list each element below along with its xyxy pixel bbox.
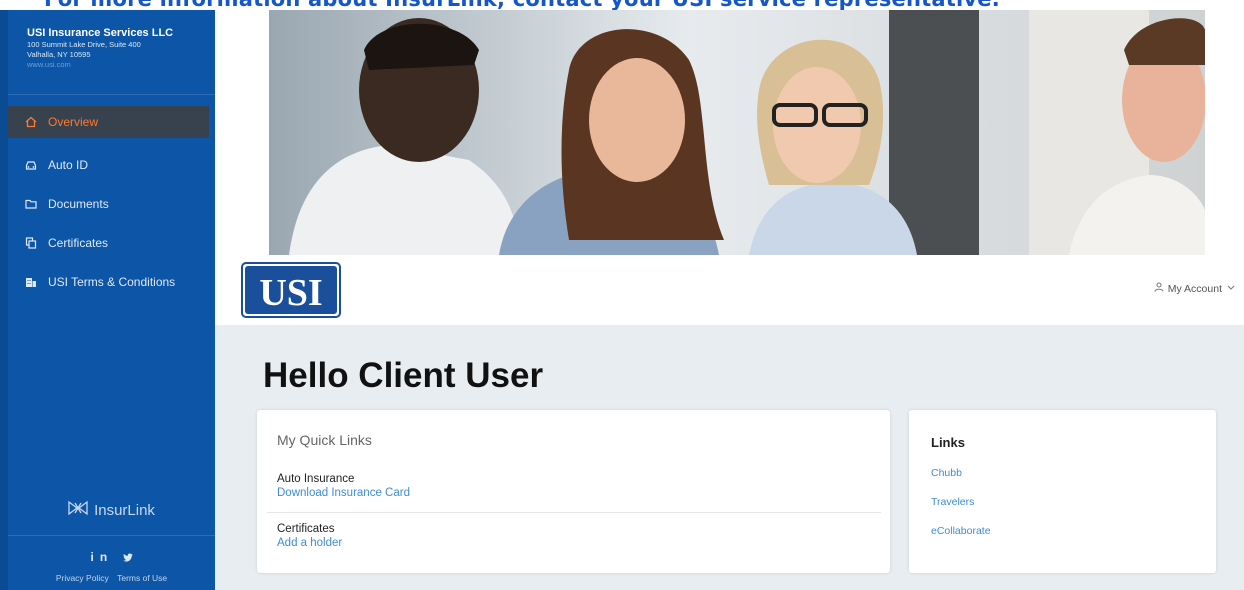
quick-link-label: Certificates (277, 523, 335, 535)
my-account-menu[interactable]: My Account (1154, 282, 1236, 295)
home-icon (24, 115, 38, 129)
hero-image (269, 10, 1205, 255)
car-icon (24, 158, 38, 172)
info-banner: For more information about InsurLink, co… (44, 0, 1000, 11)
link-ecollaborate[interactable]: eCollaborate (931, 525, 991, 537)
app-root: For more information about InsurLink, co… (0, 0, 1244, 590)
company-name: USI Insurance Services LLC (27, 27, 174, 39)
privacy-policy-link[interactable]: Privacy Policy (56, 573, 109, 583)
sidebar-item-label: Certificates (48, 235, 109, 250)
company-address-line1: 100 Summit Lake Drive, Suite 400 (27, 40, 141, 49)
sidebar-item-label: USI Terms & Conditions (48, 274, 176, 289)
sidebar-item-documents[interactable]: Documents (8, 184, 215, 223)
main-content: Hello Client User My Quick Links Auto In… (215, 325, 1244, 590)
sidebar-item-terms[interactable]: USI Terms & Conditions (8, 262, 215, 301)
twitter-icon[interactable] (113, 550, 133, 564)
chevron-down-icon (1226, 282, 1236, 295)
header: USI My Account (215, 255, 1244, 325)
my-account-label: My Account (1167, 282, 1222, 295)
terms-of-use-link[interactable]: Terms of Use (117, 573, 167, 583)
sidebar-item-label: Documents (48, 196, 109, 211)
sidebar-item-auto-id[interactable]: Auto ID (8, 145, 215, 184)
insurlink-brand-text: InsurLink (94, 501, 155, 519)
certificate-icon (24, 236, 38, 250)
social-links: in (8, 550, 215, 564)
company-address-line2: Valhalla, NY 10595 (27, 50, 91, 59)
sidebar-item-overview[interactable]: Overview (8, 106, 209, 138)
quick-links-title: My Quick Links (277, 432, 372, 448)
quick-link-certificates: Certificates Add a holder (277, 522, 877, 551)
insurlink-logo-icon (68, 500, 88, 520)
link-chubb[interactable]: Chubb (931, 467, 962, 479)
sidebar-divider (8, 94, 215, 95)
usi-logo-text: USI (259, 272, 322, 314)
sidebar: USI Insurance Services LLC 100 Summit La… (0, 10, 215, 590)
usi-logo[interactable]: USI (241, 261, 341, 318)
folder-icon (24, 197, 38, 211)
building-icon (24, 275, 38, 289)
links-card: Links Chubb Travelers eCollaborate (909, 410, 1216, 573)
quick-links-divider (267, 512, 881, 513)
quick-link-label: Auto Insurance (277, 473, 355, 485)
footer-links: Privacy Policy Terms of Use (8, 573, 215, 583)
add-holder-link[interactable]: Add a holder (277, 536, 877, 551)
insurlink-brand: InsurLink (8, 500, 215, 520)
company-info: USI Insurance Services LLC 100 Summit La… (27, 27, 207, 70)
page-title: Hello Client User (263, 356, 544, 395)
user-icon (1154, 282, 1164, 295)
quick-link-auto-insurance: Auto Insurance Download Insurance Card (277, 472, 877, 501)
sidebar-nav: Overview Auto ID Documents Certificates (8, 106, 215, 301)
sidebar-footer-divider (8, 535, 215, 536)
linkedin-icon[interactable]: in (90, 550, 113, 564)
download-insurance-card-link[interactable]: Download Insurance Card (277, 486, 877, 501)
link-travelers[interactable]: Travelers (931, 496, 974, 508)
sidebar-item-label: Auto ID (48, 157, 89, 172)
sidebar-item-certificates[interactable]: Certificates (8, 223, 215, 262)
quick-links-card: My Quick Links Auto Insurance Download I… (257, 410, 890, 573)
sidebar-edge (0, 10, 8, 590)
company-website[interactable]: www.usi.com (27, 60, 207, 70)
links-title: Links (931, 435, 965, 450)
sidebar-item-label: Overview (48, 115, 99, 129)
